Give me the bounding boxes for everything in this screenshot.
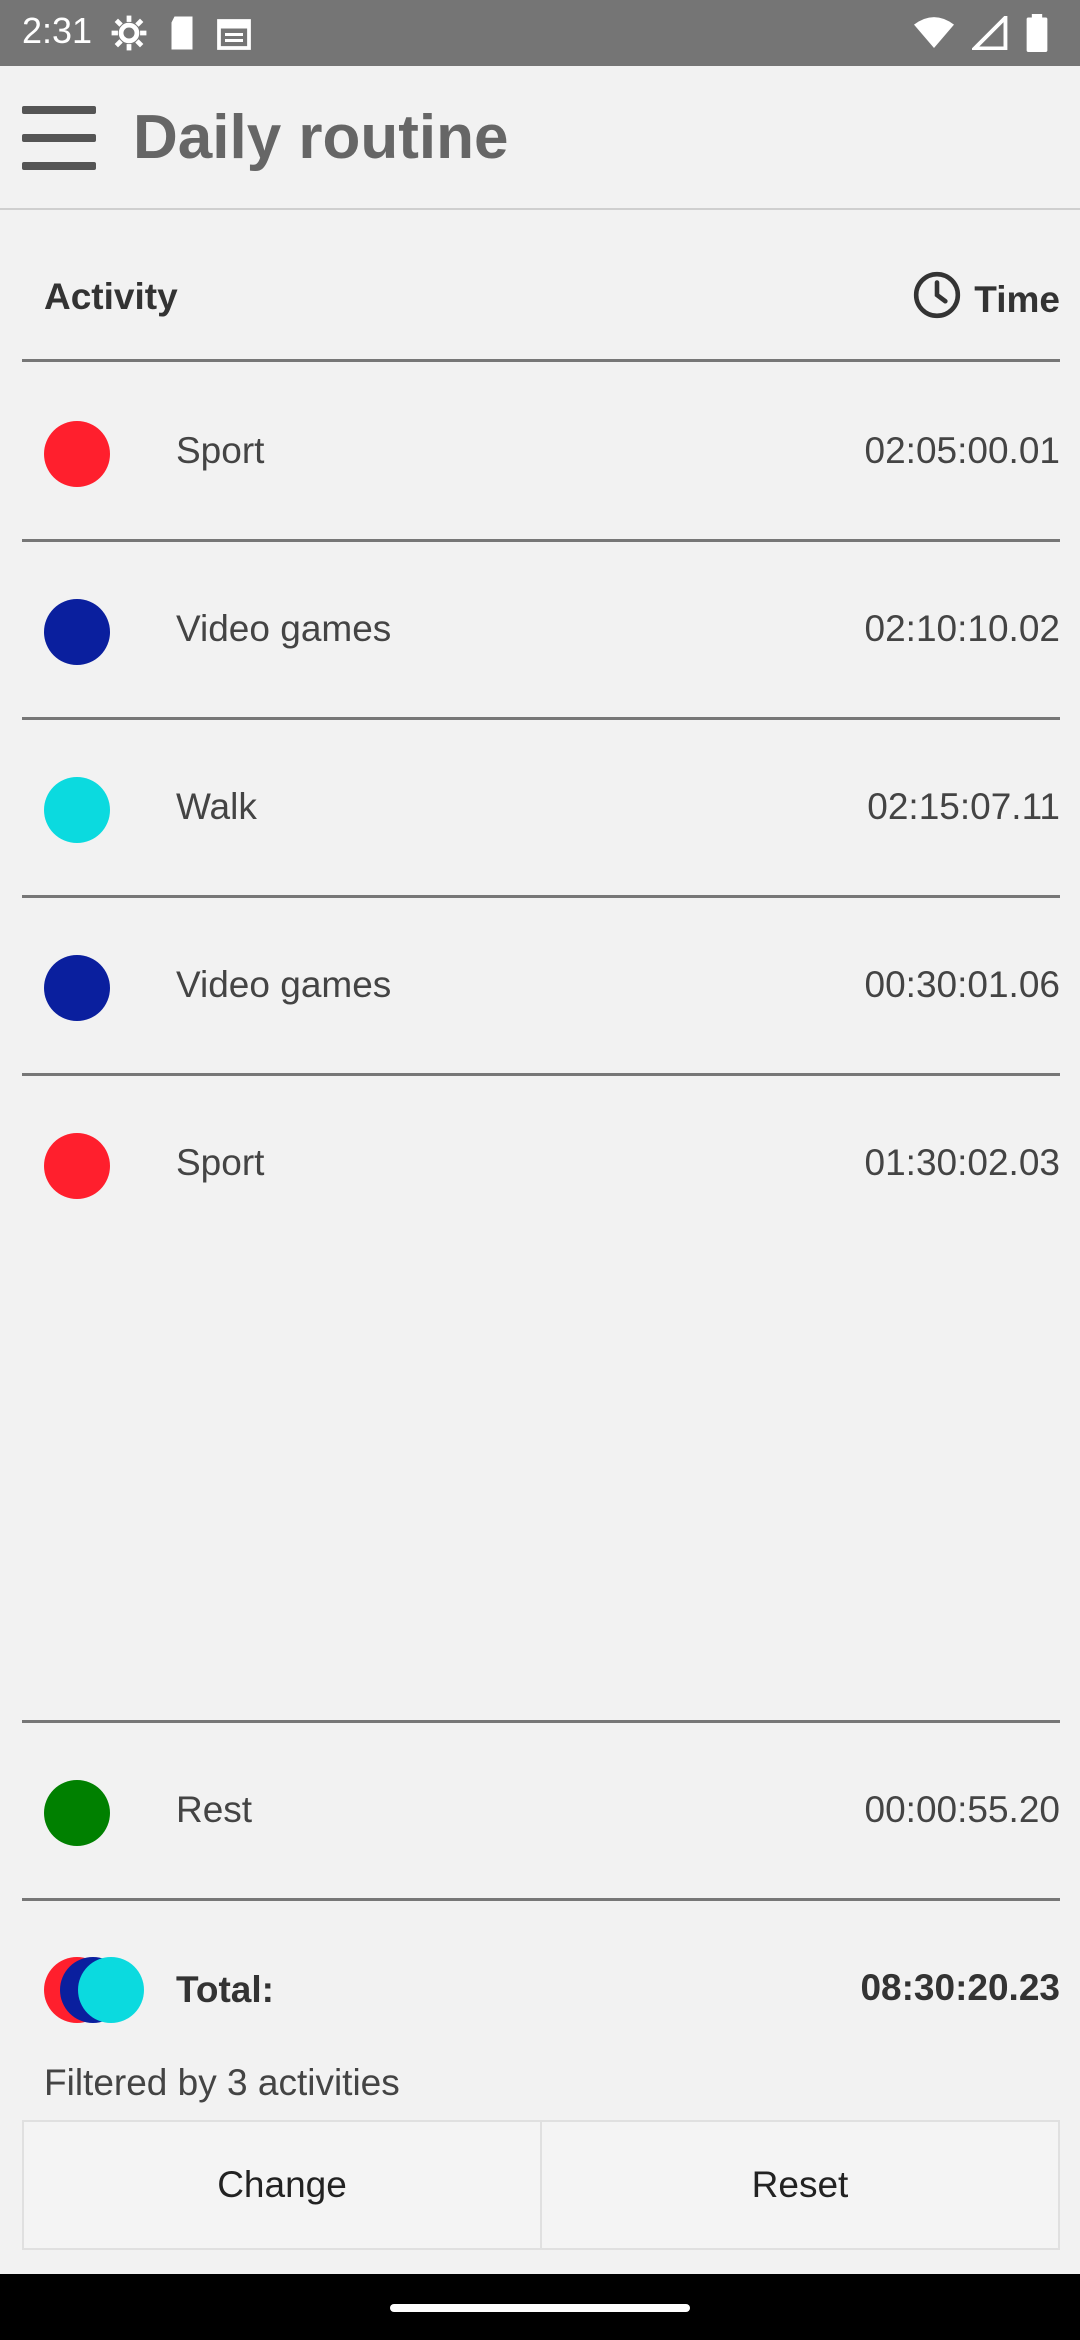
activity-name: Sport xyxy=(176,1142,265,1183)
activity-name: Walk xyxy=(176,786,257,827)
stacked-color-dots xyxy=(44,1957,164,2023)
status-time: 2:31 xyxy=(22,10,93,51)
filter-status-text: Filtered by 3 activities xyxy=(44,2062,400,2103)
time-column-header: Time xyxy=(912,270,1060,329)
app-bar: Daily routine xyxy=(0,66,1080,210)
activity-name: Video games xyxy=(176,964,392,1005)
settings-icon xyxy=(110,14,148,57)
clock-icon xyxy=(912,270,962,329)
total-label: Total: xyxy=(176,1969,274,2010)
change-button[interactable]: Change xyxy=(24,2122,540,2248)
rest-name: Rest xyxy=(176,1789,253,1830)
activity-name: Sport xyxy=(176,430,265,471)
time-header-label: Time xyxy=(974,278,1060,320)
rest-time: 00:00:55.20 xyxy=(864,1789,1060,1830)
calendar-icon xyxy=(216,16,252,55)
activity-color-dot xyxy=(44,599,110,665)
activity-time: 00:30:01.06 xyxy=(864,964,1060,1005)
activity-time: 02:15:07.11 xyxy=(867,786,1060,827)
rest-row[interactable]: Rest 00:00:55.20 xyxy=(22,1723,1060,1901)
activity-time: 02:05:00.01 xyxy=(864,430,1060,471)
page-title: Daily routine xyxy=(133,103,509,172)
table-row[interactable]: Sport 01:30:02.03 xyxy=(22,1076,1060,1254)
activity-name: Video games xyxy=(176,608,392,649)
total-row: Total: 08:30:20.23 xyxy=(22,1905,1060,2075)
table-header: Activity Time xyxy=(22,212,1060,362)
reset-button[interactable]: Reset xyxy=(540,2122,1058,2248)
sdcard-icon xyxy=(166,15,198,56)
navigation-bar xyxy=(0,2274,1080,2340)
activity-color-dot xyxy=(44,955,110,1021)
rest-color-dot xyxy=(44,1780,110,1846)
home-gesture-handle[interactable] xyxy=(390,2304,690,2312)
battery-icon xyxy=(1026,14,1048,57)
total-color-dot xyxy=(78,1957,144,2023)
activity-time: 02:10:10.02 xyxy=(864,608,1060,649)
activity-column-header: Activity xyxy=(44,276,178,317)
activity-color-dot xyxy=(44,777,110,843)
table-row[interactable]: Video games 02:10:10.02 xyxy=(22,542,1060,720)
activity-time: 01:30:02.03 xyxy=(864,1142,1060,1183)
activity-color-dot xyxy=(44,421,110,487)
wifi-icon xyxy=(914,16,954,55)
table-row[interactable]: Walk 02:15:07.11 xyxy=(22,720,1060,898)
total-value: 08:30:20.23 xyxy=(860,1967,1060,2008)
button-bar: Change Reset xyxy=(22,2120,1060,2250)
table-row[interactable]: Video games 00:30:01.06 xyxy=(22,898,1060,1076)
table-row[interactable]: Sport 02:05:00.01 xyxy=(22,364,1060,542)
status-bar: 2:31 xyxy=(0,0,1080,66)
cell-signal-icon xyxy=(969,12,1008,55)
hamburger-menu-icon[interactable] xyxy=(22,106,96,170)
activity-color-dot xyxy=(44,1133,110,1199)
